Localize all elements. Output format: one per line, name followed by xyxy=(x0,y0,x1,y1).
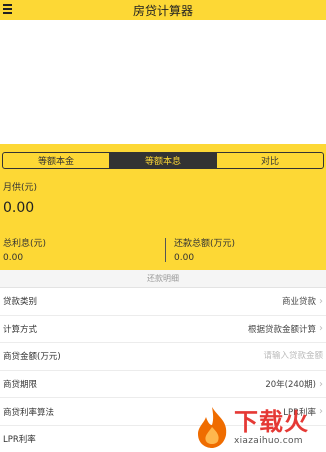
result-panel: 等额本金 等额本息 对比 月供(元) 0.00 总利息(元) 0.00 还款总额… xyxy=(0,144,326,270)
tab-equal-installment[interactable]: 等额本息 xyxy=(110,153,217,168)
repayment-tabs: 等额本金 等额本息 对比 xyxy=(2,152,324,169)
monthly-payment-label: 月供(元) xyxy=(3,183,38,193)
chevron-right-icon: › xyxy=(319,323,323,335)
menu-icon[interactable] xyxy=(3,2,17,16)
site-watermark: 下载火 xiazaihuo.com xyxy=(192,402,324,452)
loan-term-row[interactable]: 商贷期限 20年(240期) › xyxy=(0,371,326,399)
loan-term-label: 商贷期限 xyxy=(3,380,38,391)
app-header: 房贷计算器 xyxy=(0,0,326,20)
chevron-right-icon: › xyxy=(319,295,323,307)
total-repayment-value: 0.00 xyxy=(174,253,195,263)
total-interest-value: 0.00 xyxy=(3,253,24,263)
tab-equal-principal[interactable]: 等额本金 xyxy=(3,153,110,168)
calc-method-value: 根据贷款金额计算 xyxy=(247,324,316,335)
repayment-detail-link[interactable]: 还款明细 xyxy=(0,270,326,288)
flame-logo-icon xyxy=(192,405,232,449)
page-title: 房贷计算器 xyxy=(132,3,193,18)
loan-term-value: 20年(240期) xyxy=(265,380,316,391)
watermark-url: xiazaihuo.com xyxy=(234,436,303,446)
loan-amount-input[interactable] xyxy=(213,351,323,362)
chevron-right-icon: › xyxy=(319,378,323,390)
lpr-rate-label: LPR利率 xyxy=(3,435,36,446)
ad-banner-area xyxy=(0,20,326,144)
rate-method-label: 商贷利率算法 xyxy=(3,407,55,418)
loan-type-label: 贷款类别 xyxy=(3,297,38,308)
watermark-brand-text: 下载火 xyxy=(234,408,309,436)
tab-compare[interactable]: 对比 xyxy=(217,153,323,168)
calc-method-label: 计算方式 xyxy=(3,324,38,335)
calc-method-row[interactable]: 计算方式 根据贷款金额计算 › xyxy=(0,316,326,344)
total-interest-label: 总利息(元) xyxy=(3,239,47,249)
monthly-payment-value: 0.00 xyxy=(3,200,35,216)
loan-amount-label: 商贷金额(万元) xyxy=(3,352,61,363)
loan-amount-row: 商贷金额(万元) xyxy=(0,343,326,371)
loan-type-row[interactable]: 贷款类别 商业贷款 › xyxy=(0,288,326,316)
summary-divider xyxy=(165,238,166,262)
total-repayment-label: 还款总额(万元) xyxy=(174,239,236,249)
loan-type-value: 商业贷款 xyxy=(281,297,316,308)
